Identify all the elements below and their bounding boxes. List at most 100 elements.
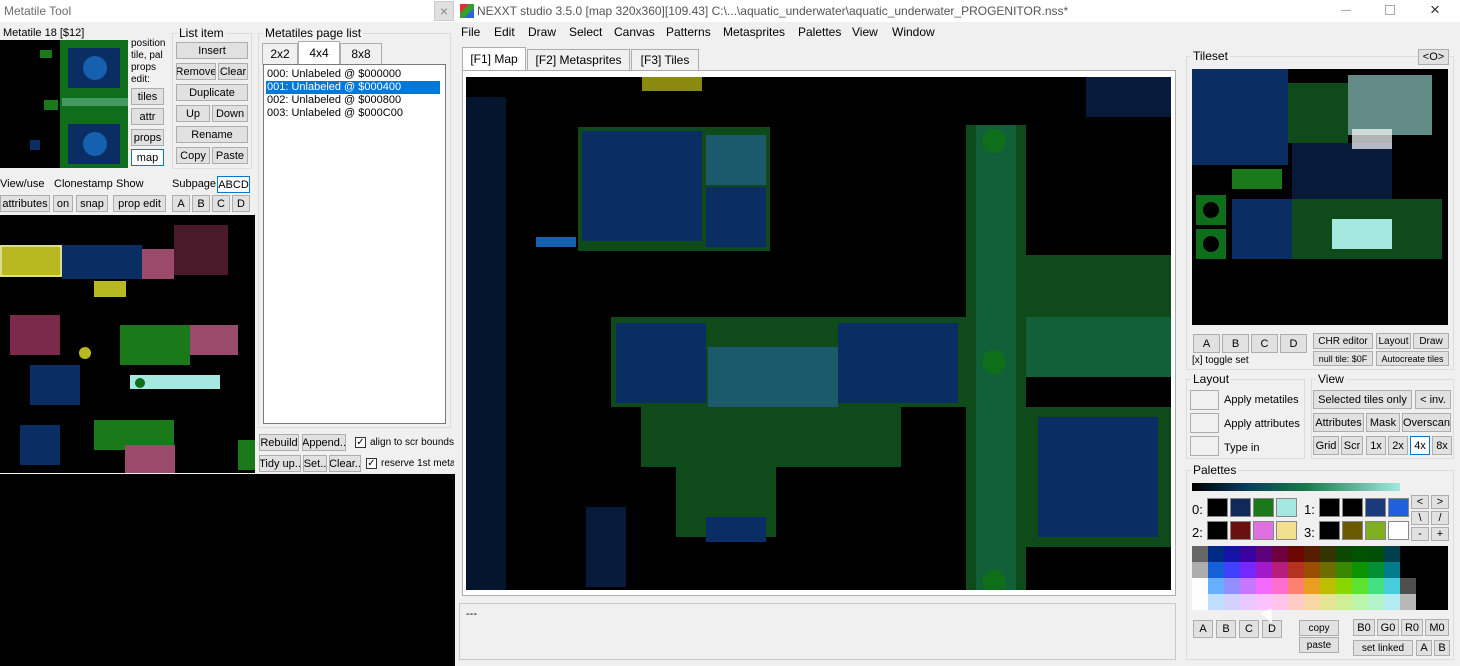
master-palette-cell[interactable]: [1240, 562, 1256, 578]
menu-edit[interactable]: Edit: [494, 25, 515, 39]
scr-button[interactable]: Scr: [1341, 436, 1363, 455]
master-palette-cell[interactable]: [1240, 578, 1256, 594]
master-palette-cell[interactable]: [1400, 546, 1416, 562]
tab-2x2[interactable]: 2x2: [262, 43, 298, 65]
master-palette-grid[interactable]: [1192, 546, 1448, 610]
palette-swatch[interactable]: [1388, 521, 1409, 540]
m0-button[interactable]: M0: [1425, 619, 1449, 636]
props-button[interactable]: props: [131, 129, 164, 146]
type-in-toggle[interactable]: [1190, 436, 1219, 456]
palette-swatch[interactable]: [1276, 498, 1297, 517]
master-palette-cell[interactable]: [1368, 594, 1384, 610]
remove-button[interactable]: Remove: [176, 63, 216, 80]
set-b-button[interactable]: B: [1222, 334, 1249, 353]
master-palette-cell[interactable]: [1192, 578, 1208, 594]
autocreate-button[interactable]: Autocreate tiles: [1376, 351, 1449, 366]
palette-swatch[interactable]: [1388, 498, 1409, 517]
pal-paste-button[interactable]: paste: [1299, 637, 1339, 653]
tiles-button[interactable]: tiles: [131, 88, 164, 105]
tidy-up-button[interactable]: Tidy up..: [259, 455, 301, 472]
master-palette-cell[interactable]: [1336, 578, 1352, 594]
pal-backslash-button[interactable]: \: [1411, 511, 1429, 525]
subpage-c-button[interactable]: C: [212, 195, 230, 212]
palette-swatch[interactable]: [1342, 498, 1363, 517]
overscan-button[interactable]: Overscan: [1402, 413, 1451, 432]
pal-left-button[interactable]: <: [1411, 495, 1429, 509]
maximize-icon[interactable]: [1385, 5, 1395, 15]
palette-swatch[interactable]: [1365, 498, 1386, 517]
tab-metasprites[interactable]: [F2] Metasprites: [527, 49, 630, 71]
rebuild-button[interactable]: Rebuild: [259, 434, 299, 451]
set-d-button[interactable]: D: [1280, 334, 1307, 353]
tileset-canvas[interactable]: [1192, 69, 1448, 325]
clear-dialog-button[interactable]: Clear..: [329, 455, 361, 472]
master-palette-cell[interactable]: [1304, 578, 1320, 594]
tileset-toggle-button[interactable]: <O>: [1418, 49, 1449, 65]
menu-canvas[interactable]: Canvas: [614, 25, 655, 39]
null-tile-button[interactable]: null tile: $0F: [1313, 351, 1373, 366]
master-palette-cell[interactable]: [1320, 578, 1336, 594]
close-icon[interactable]: ×: [1430, 0, 1440, 20]
zoom-8x-button[interactable]: 8x: [1432, 436, 1452, 455]
tab-8x8[interactable]: 8x8: [340, 43, 382, 65]
master-palette-cell[interactable]: [1208, 594, 1224, 610]
palette-swatch[interactable]: [1230, 521, 1251, 540]
apply-metatiles-toggle[interactable]: [1190, 390, 1219, 410]
master-palette-cell[interactable]: [1208, 546, 1224, 562]
set-a-button[interactable]: A: [1193, 334, 1220, 353]
subpage-b-button[interactable]: B: [192, 195, 210, 212]
mask-button[interactable]: Mask: [1366, 413, 1400, 432]
rename-button[interactable]: Rename: [176, 126, 248, 143]
clear-button[interactable]: Clear: [218, 63, 248, 80]
list-item[interactable]: 001: Unlabeled @ $000400: [266, 81, 440, 94]
bank-a-button[interactable]: A: [1193, 620, 1213, 638]
inv-button[interactable]: < inv.: [1415, 390, 1451, 409]
palette-swatch[interactable]: [1253, 498, 1274, 517]
palette-swatch[interactable]: [1230, 498, 1251, 517]
master-palette-cell[interactable]: [1256, 546, 1272, 562]
palette-swatch[interactable]: [1207, 521, 1228, 540]
tab-tiles[interactable]: [F3] Tiles: [631, 49, 699, 71]
on-button[interactable]: on: [53, 195, 73, 212]
map-button[interactable]: map: [131, 149, 164, 166]
master-palette-cell[interactable]: [1288, 594, 1304, 610]
master-palette-cell[interactable]: [1400, 578, 1416, 594]
paste-button[interactable]: Paste: [212, 147, 248, 164]
list-item[interactable]: 003: Unlabeled @ $000C00: [266, 107, 440, 120]
master-palette-cell[interactable]: [1352, 562, 1368, 578]
master-palette-cell[interactable]: [1256, 578, 1272, 594]
menu-patterns[interactable]: Patterns: [666, 25, 711, 39]
linked-b-button[interactable]: B: [1434, 640, 1450, 656]
menu-window[interactable]: Window: [892, 25, 935, 39]
master-palette-cell[interactable]: [1400, 562, 1416, 578]
palette-swatch[interactable]: [1207, 498, 1228, 517]
pal-copy-button[interactable]: copy: [1299, 620, 1339, 636]
palette-swatch[interactable]: [1276, 521, 1297, 540]
master-palette-cell[interactable]: [1320, 594, 1336, 610]
minimize-icon[interactable]: [1341, 10, 1351, 11]
master-palette-cell[interactable]: [1352, 546, 1368, 562]
append-button[interactable]: Append..: [302, 434, 346, 451]
palette-swatch[interactable]: [1253, 521, 1274, 540]
palette-swatch[interactable]: [1365, 521, 1386, 540]
master-palette-cell[interactable]: [1240, 594, 1256, 610]
zoom-4x-button[interactable]: 4x: [1410, 436, 1430, 455]
master-palette-cell[interactable]: [1192, 562, 1208, 578]
align-checkbox[interactable]: ✓: [355, 437, 366, 448]
palette-swatch[interactable]: [1319, 498, 1340, 517]
master-palette-cell[interactable]: [1336, 546, 1352, 562]
palette-swatch[interactable]: [1342, 521, 1363, 540]
master-palette-cell[interactable]: [1416, 546, 1432, 562]
master-palette-cell[interactable]: [1304, 562, 1320, 578]
page-list-box[interactable]: 000: Unlabeled @ $000000 001: Unlabeled …: [263, 64, 446, 424]
menu-palettes[interactable]: Palettes: [798, 25, 841, 39]
master-palette-cell[interactable]: [1352, 578, 1368, 594]
master-palette-cell[interactable]: [1336, 562, 1352, 578]
master-palette-cell[interactable]: [1272, 562, 1288, 578]
bank-b-button[interactable]: B: [1216, 620, 1236, 638]
master-palette-cell[interactable]: [1272, 594, 1288, 610]
master-palette-cell[interactable]: [1272, 578, 1288, 594]
pal-plus-button[interactable]: +: [1431, 527, 1449, 541]
master-palette-cell[interactable]: [1416, 562, 1432, 578]
menu-file[interactable]: File: [461, 25, 480, 39]
